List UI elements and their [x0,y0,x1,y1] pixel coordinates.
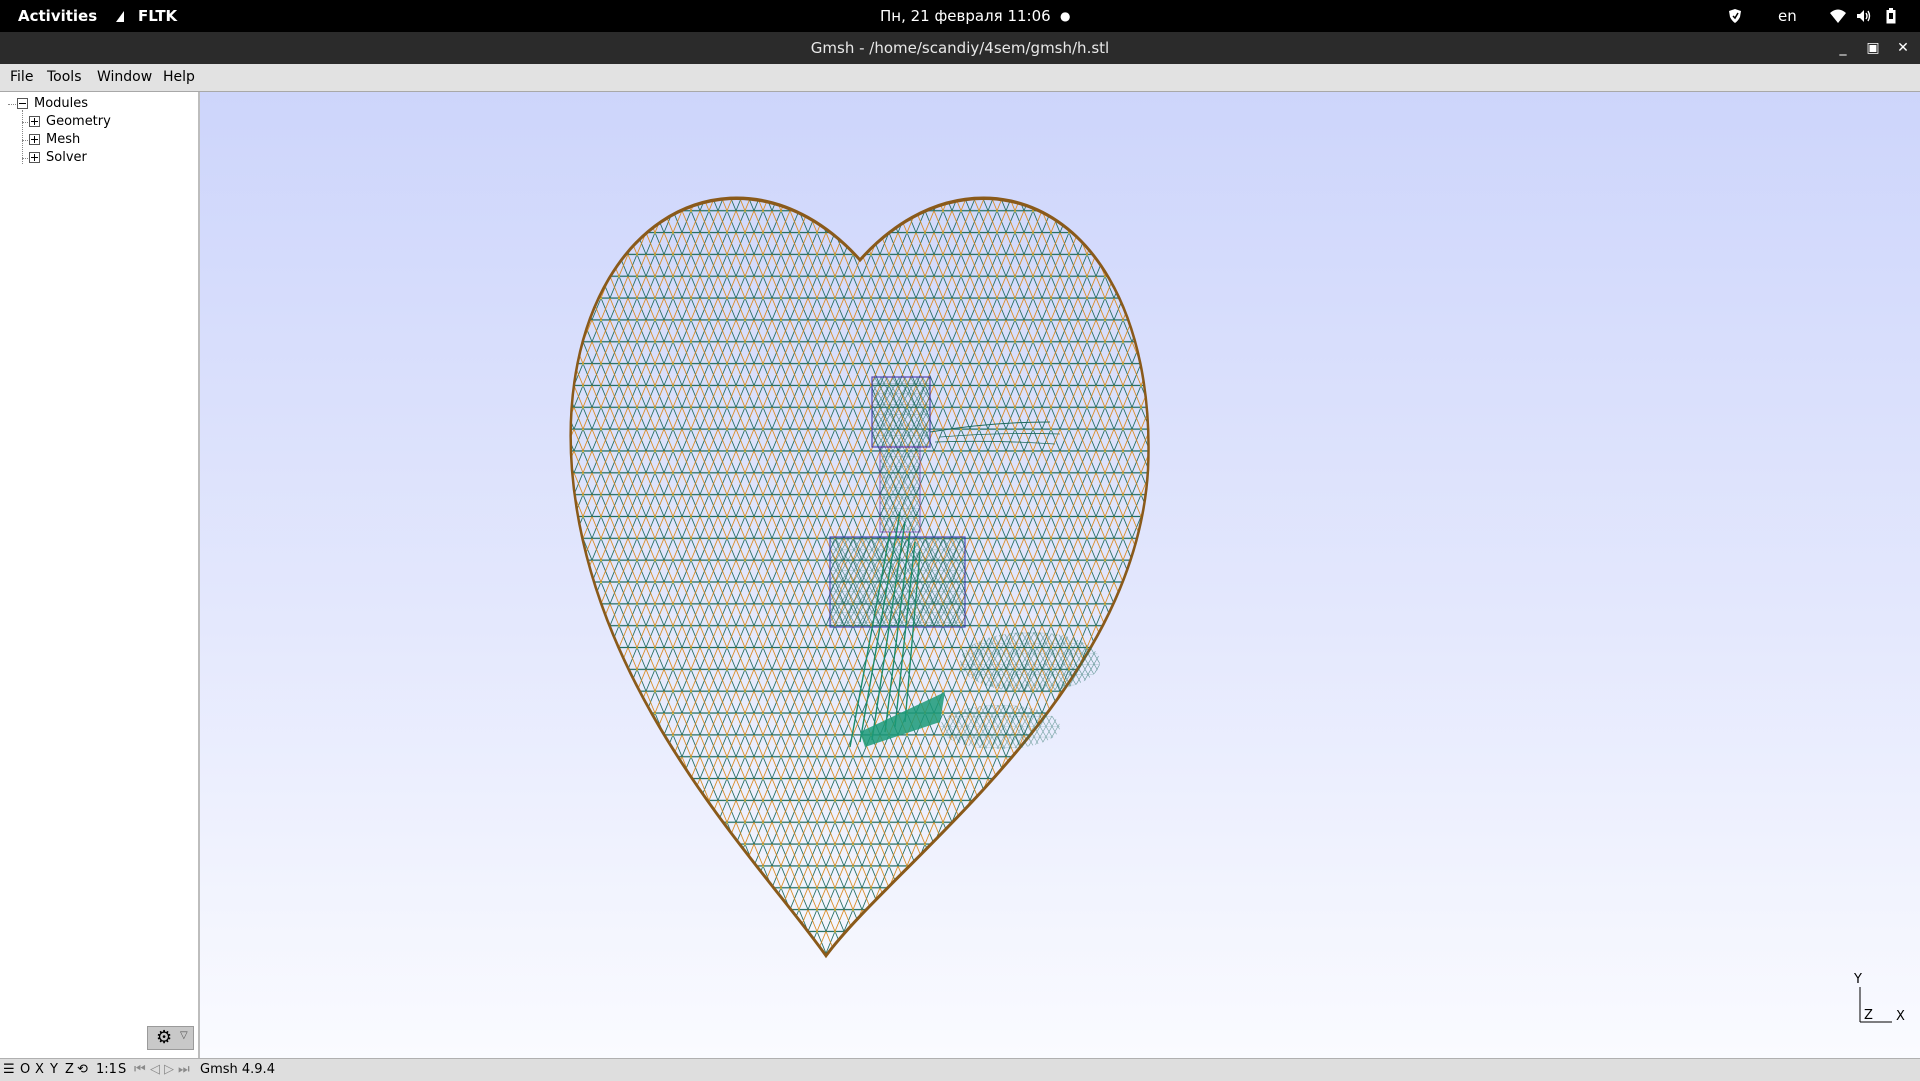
next-step-icon[interactable]: ⏭ [178,1059,190,1081]
clock[interactable]: Пн, 21 февраля 11:06 [880,0,1051,32]
graphics-viewport[interactable]: Y Z X [200,92,1920,1058]
menu-bar: File Tools Window Help [0,64,1920,92]
collapse-icon[interactable] [17,98,28,109]
app-icon [115,11,129,22]
status-message: Gmsh 4.9.4 [200,1062,275,1077]
close-icon[interactable]: ✕ [1890,32,1916,64]
status-bar: ☰ O X Y Z ⟲ 1:1 S ⏮ ◁ ▷ ⏭ Gmsh 4.9.4 [0,1058,1920,1081]
menu-help[interactable]: Help [161,64,197,91]
view-o-button[interactable]: O [20,1059,30,1081]
gear-icon: ⚙ [156,1027,173,1048]
view-x-button[interactable]: X [35,1059,44,1081]
menu-tools[interactable]: Tools [45,64,84,91]
scale-button[interactable]: 1:1 [96,1059,117,1081]
app-name: FLTK [138,7,178,25]
window-title-bar[interactable]: Gmsh - /home/scandiy/4sem/gmsh/h.stl _ ▣… [0,32,1920,64]
volume-icon[interactable] [1856,0,1872,32]
menu-file[interactable]: File [8,64,35,91]
dropdown-arrow-icon: ▽ [180,1030,188,1041]
window-title: Gmsh - /home/scandiy/4sem/gmsh/h.stl [810,39,1110,57]
language-indicator[interactable]: en [1778,0,1797,32]
minimize-icon[interactable]: _ [1830,32,1856,64]
activities-button[interactable]: Activities [18,0,97,32]
view-y-button[interactable]: Y [50,1059,58,1081]
heart-mesh-wireframe[interactable] [200,92,1920,1058]
tree-item-mesh[interactable]: Mesh [29,131,80,149]
axes-indicator: Y Z X [1850,972,1920,1052]
prev-step-icon[interactable]: ◁ [150,1059,160,1081]
battery-icon[interactable] [1886,0,1896,32]
view-z-button[interactable]: Z [65,1059,74,1081]
tree-item-solver[interactable]: Solver [29,149,87,167]
maximize-icon[interactable]: ▣ [1860,32,1886,64]
first-step-icon[interactable]: ⏮ [134,1059,146,1081]
rotate-icon[interactable]: ⟲ [77,1059,88,1081]
play-icon[interactable]: ▷ [164,1059,174,1081]
axis-label-z: Z [1864,1008,1873,1023]
snapshot-button[interactable]: S [118,1059,126,1081]
tree-item-label: Solver [46,150,87,165]
notification-dot: ● [1060,9,1071,23]
tree-item-modules[interactable]: Modules [17,95,88,113]
expand-icon[interactable] [29,116,40,127]
tree-item-label: Modules [34,96,89,111]
axis-label-y: Y [1854,972,1862,987]
menu-window[interactable]: Window [95,64,154,91]
wifi-icon[interactable] [1830,0,1846,32]
axis-label-x: X [1896,1009,1905,1024]
shield-icon[interactable] [1728,0,1742,32]
menu-icon[interactable]: ☰ [3,1059,15,1081]
app-menu[interactable]: FLTK [115,0,178,32]
expand-icon[interactable] [29,134,40,145]
tree-item-label: Mesh [46,132,81,147]
tree-item-label: Geometry [46,114,111,129]
module-tree-panel: Modules Geometry Mesh Solver ⚙ ▽ [0,92,200,1058]
tree-item-geometry[interactable]: Geometry [29,113,111,131]
tree-connector [22,110,23,164]
expand-icon[interactable] [29,152,40,163]
options-button[interactable]: ⚙ ▽ [147,1026,194,1050]
system-top-bar: Activities FLTK Пн, 21 февраля 11:06 ● e… [0,0,1920,32]
